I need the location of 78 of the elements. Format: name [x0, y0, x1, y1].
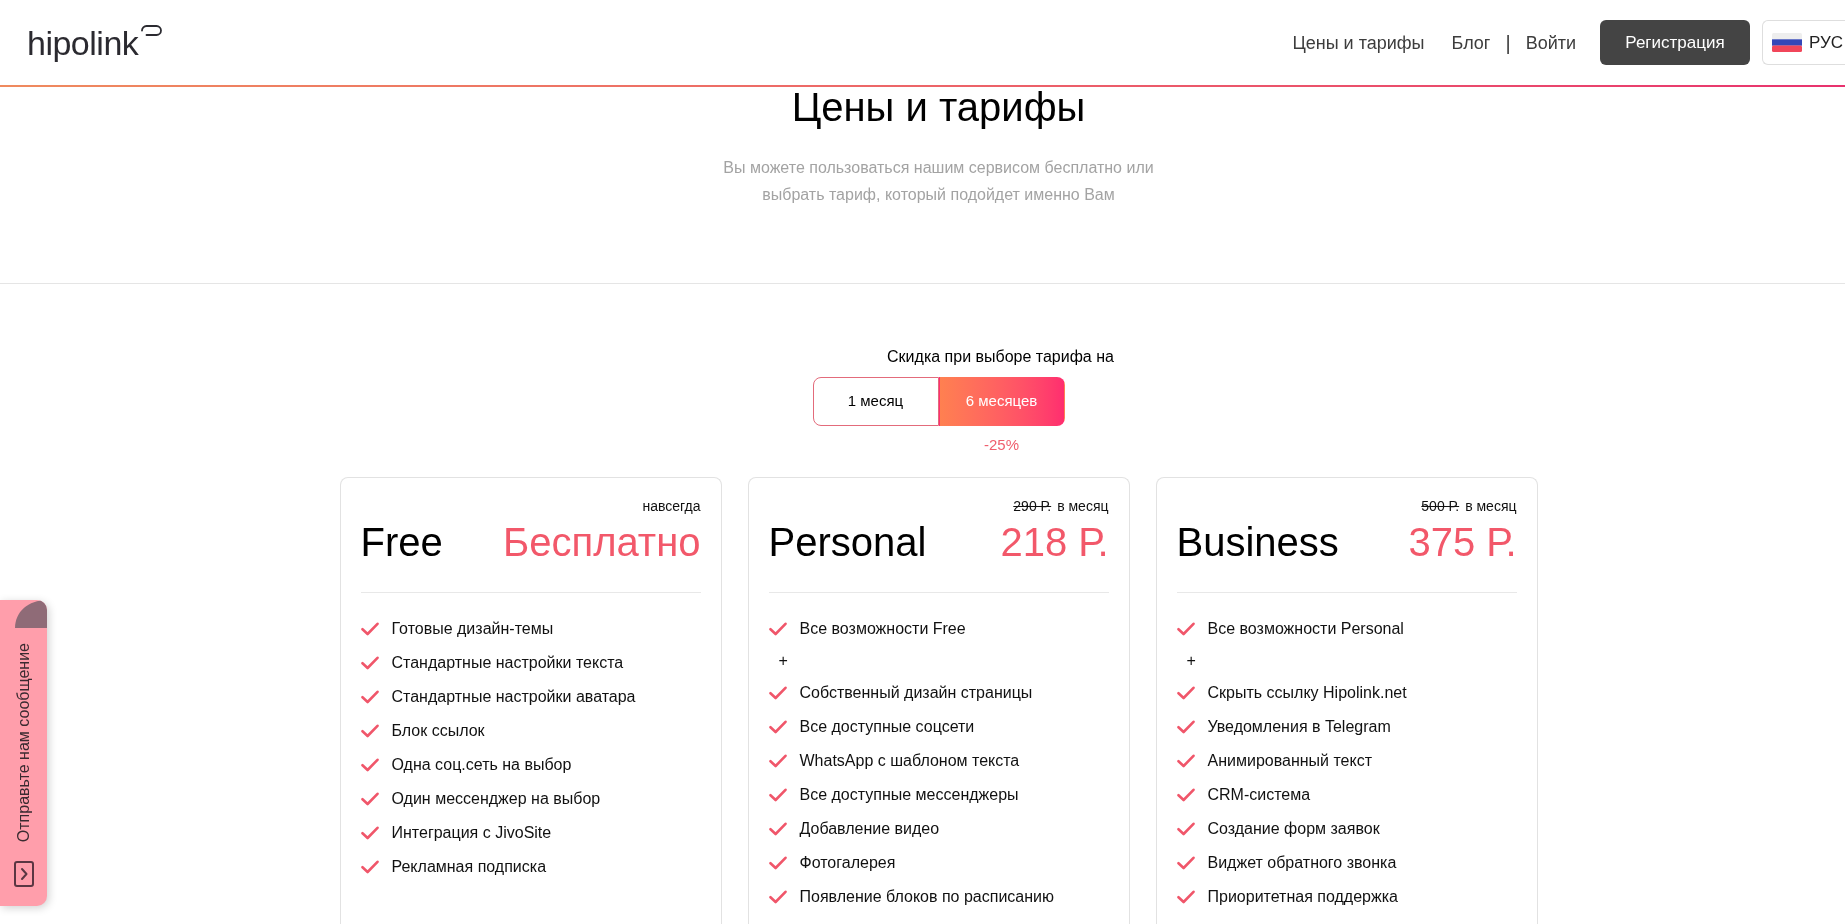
feature-text: WhatsApp с шаблоном текста: [799, 751, 1020, 771]
check-icon: [768, 788, 787, 802]
plan-name: Business: [1176, 519, 1339, 566]
feature-text: Готовые дизайн-темы: [391, 619, 554, 639]
price-period: в месяц: [1465, 498, 1517, 514]
logo-pill-icon: [141, 24, 163, 36]
feature-text: Собственный дизайн страницы: [799, 683, 1033, 703]
check-icon: [1176, 822, 1195, 836]
feature-text: Приоритетная поддержка: [1207, 887, 1398, 907]
plus-sign: +: [778, 651, 788, 671]
feature-text: Стандартные настройки текста: [391, 653, 624, 673]
check-icon: [360, 792, 379, 806]
check-icon: [1176, 788, 1195, 802]
corner-arc-icon: [15, 600, 47, 628]
check-icon: [360, 724, 379, 738]
old-price: 500 Р.: [1421, 498, 1460, 514]
feature-text: Виджет обратного звонка: [1207, 853, 1397, 873]
nav-link[interactable]: Блог: [1451, 31, 1491, 54]
feedback-tab[interactable]: Отправьте нам сообщение: [0, 600, 47, 906]
check-icon: [1176, 622, 1195, 636]
check-icon: [768, 890, 787, 904]
billing-label: Скидка при выборе тарифа на: [887, 347, 1114, 367]
feature-text: Рекламная подписка: [391, 857, 547, 877]
check-icon: [1176, 754, 1195, 768]
flag-icon: [1772, 33, 1802, 52]
page-title: Цены и тарифы: [791, 87, 1086, 127]
discount-text: -25%: [984, 435, 1019, 455]
nav-separator: |: [1505, 31, 1511, 54]
feature-text: Все возможности Personal: [1207, 619, 1404, 639]
feature-text: Все доступные мессенджеры: [799, 785, 1019, 805]
check-icon: [768, 822, 787, 836]
feature-text: Анимированный текст: [1207, 751, 1372, 771]
feature-text: Скрыть ссылку Hipolink.net: [1207, 683, 1407, 703]
check-icon: [768, 686, 787, 700]
plan-name: Personal: [768, 519, 927, 566]
check-icon: [360, 758, 379, 772]
feature-text: Стандартные настройки аватара: [391, 687, 636, 707]
plus-sign: +: [1186, 651, 1196, 671]
feature-text: Интеграция с JivoSite: [391, 823, 552, 843]
logo-wordmark[interactable]: hipolink: [27, 23, 139, 62]
check-icon: [360, 656, 379, 670]
feature-text: Появление блоков по расписанию: [799, 887, 1054, 907]
plan-price: 375 Р.: [1408, 519, 1517, 566]
feature-text: Одна соц.сеть на выбор: [391, 755, 572, 775]
plan-price: 218 Р.: [1000, 519, 1109, 566]
feature-text: Все доступные соцсети: [799, 717, 975, 737]
feature-text: Уведомления в Telegram: [1207, 717, 1391, 737]
feature-text: CRM-система: [1207, 785, 1311, 805]
check-icon: [360, 860, 379, 874]
feature-text: Один мессенджер на выбор: [391, 789, 601, 809]
check-icon: [360, 826, 379, 840]
feature-text: Добавление видео: [799, 819, 940, 839]
price-period: в месяц: [1057, 498, 1109, 514]
check-icon: [360, 622, 379, 636]
plan-price: Бесплатно: [502, 519, 701, 566]
billing-option[interactable]: 1 месяц: [812, 377, 939, 426]
nav-link[interactable]: Цены и тарифы: [1292, 31, 1425, 54]
check-icon: [768, 720, 787, 734]
chevron-square-icon: [13, 861, 34, 887]
page-subtitle: Вы можете пользоваться нашим сервисом бесплатно или выбрать тариф, который подойдет именно Вам: [722, 158, 1155, 205]
check-icon: [768, 622, 787, 636]
login-link[interactable]: Войти: [1525, 31, 1576, 54]
feature-text: Создание форм заявок: [1207, 819, 1380, 839]
old-price: 290 Р.: [1013, 498, 1052, 514]
feature-text: Блок ссылок: [391, 721, 485, 741]
check-icon: [1176, 720, 1195, 734]
check-icon: [768, 856, 787, 870]
check-icon: [360, 690, 379, 704]
plan-name: Free: [360, 519, 443, 566]
check-icon: [1176, 856, 1195, 870]
register-button[interactable]: Регистрация: [1600, 20, 1750, 65]
feature-text: Все возможности Free: [799, 619, 966, 639]
price-period: навсегда: [642, 498, 701, 514]
check-icon: [1176, 890, 1195, 904]
language-selector[interactable]: РУС: [1762, 20, 1845, 65]
check-icon: [1176, 686, 1195, 700]
check-icon: [768, 754, 787, 768]
feature-text: Фотогалерея: [799, 853, 896, 873]
